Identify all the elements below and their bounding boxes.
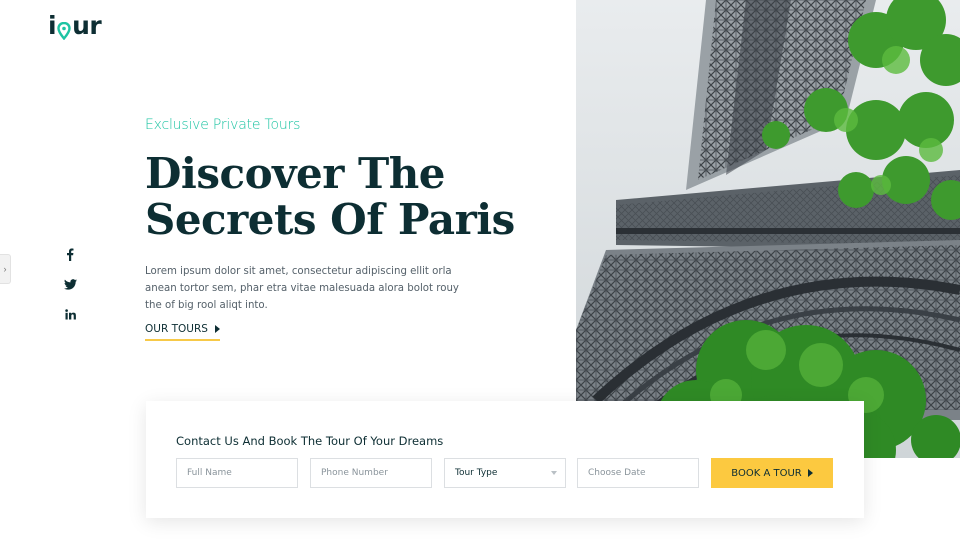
arrow-right-icon: [807, 469, 813, 477]
location-pin-icon: [57, 17, 71, 41]
our-tours-label: OUR TOURS: [145, 323, 208, 335]
hero-title-line-2: Secrets Of Paris: [145, 195, 515, 244]
phone-number-input[interactable]: [321, 468, 431, 478]
tour-type-select[interactable]: Tour Type: [444, 458, 566, 488]
our-tours-link[interactable]: OUR TOURS: [145, 323, 220, 341]
logo-text-prefix: i: [48, 11, 57, 40]
full-name-input[interactable]: [187, 468, 297, 478]
booking-form: Contact Us And Book The Tour Of Your Dre…: [146, 401, 864, 518]
side-panel-toggle[interactable]: ›: [0, 254, 11, 284]
full-name-field[interactable]: [176, 458, 298, 488]
phone-number-field[interactable]: [310, 458, 432, 488]
site-logo[interactable]: i ur: [48, 11, 102, 41]
hero-title-line-1: Discover The: [145, 149, 446, 198]
hero-image: [576, 0, 960, 458]
arrow-right-icon: [214, 325, 220, 333]
book-a-tour-label: BOOK A TOUR: [731, 467, 802, 479]
booking-title: Contact Us And Book The Tour Of Your Dre…: [176, 434, 444, 448]
hero-eyebrow: Exclusive Private Tours: [145, 117, 301, 133]
chevron-down-icon: [551, 471, 557, 475]
book-a-tour-button[interactable]: BOOK A TOUR: [711, 458, 833, 488]
facebook-icon[interactable]: [62, 247, 78, 261]
choose-date-field[interactable]: [577, 458, 699, 488]
logo-text-suffix: ur: [72, 11, 102, 40]
hero-description: Lorem ipsum dolor sit amet, consectetur …: [145, 266, 459, 311]
choose-date-input[interactable]: [588, 468, 698, 478]
twitter-icon[interactable]: [62, 277, 78, 291]
linkedin-icon[interactable]: [62, 307, 78, 321]
hero-title: Discover The Secrets Of Paris: [145, 151, 565, 243]
chevron-right-icon: ›: [3, 264, 7, 274]
tour-type-label: Tour Type: [455, 468, 498, 478]
